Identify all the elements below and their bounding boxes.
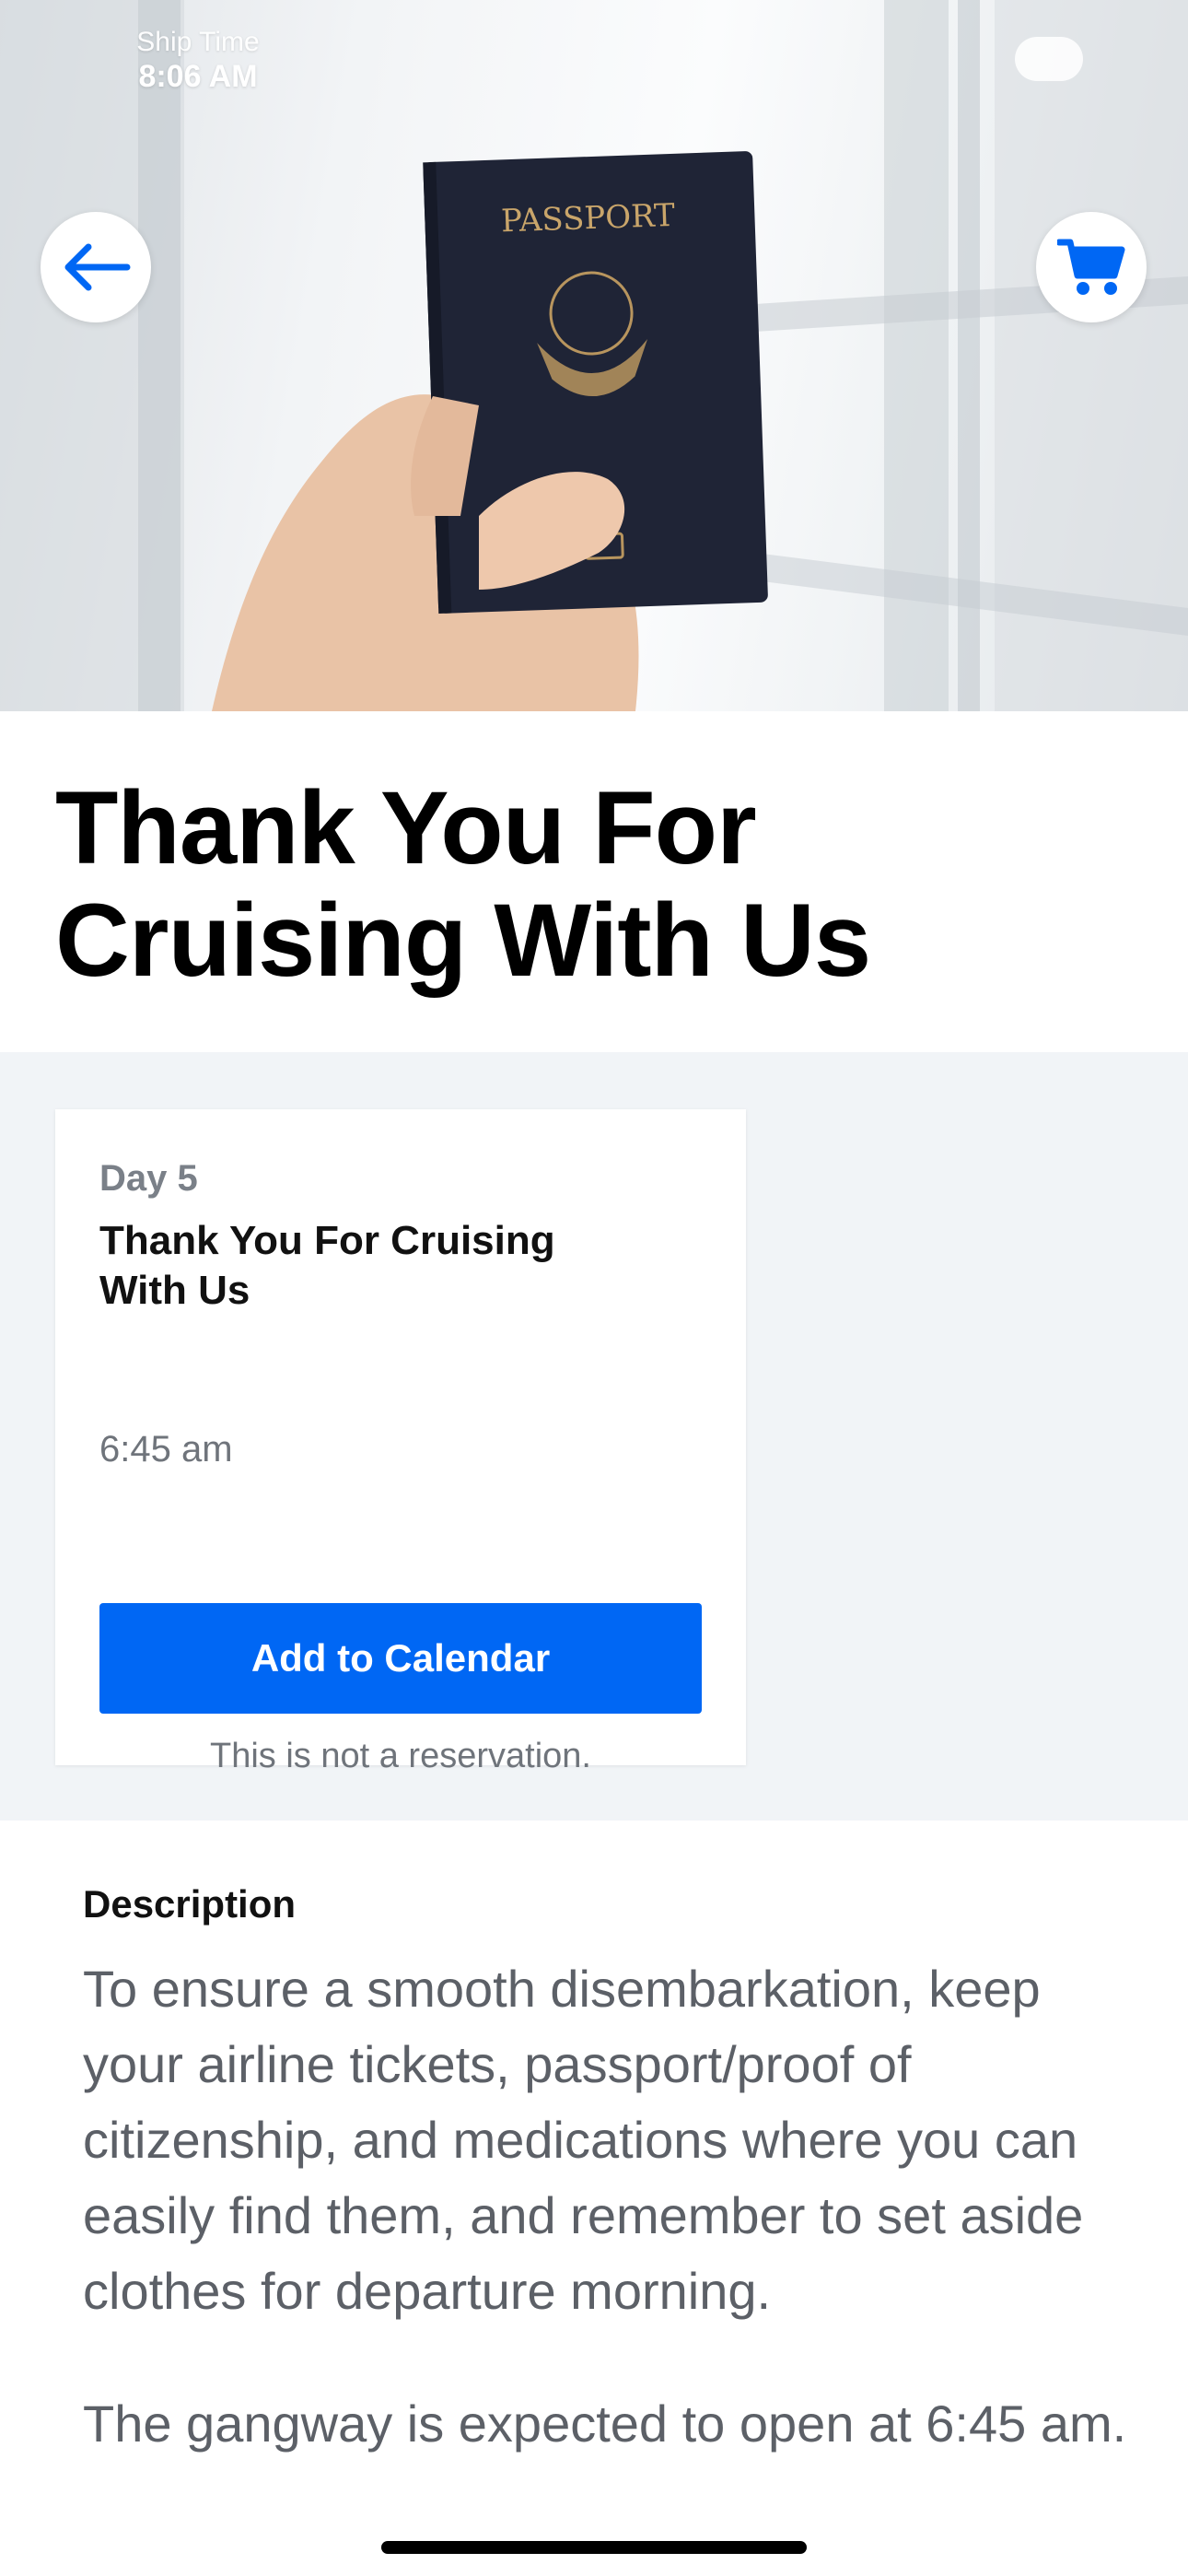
event-card-section: Day 5 Thank You For Cruising With Us 6:4… (0, 1052, 1188, 1821)
hero-image: PASSPORT Ship Time 8:06 AM (0, 0, 1188, 711)
home-indicator (381, 2541, 807, 2554)
ship-time-value: 8:06 AM (138, 59, 258, 94)
ship-time-label: Ship Time (136, 27, 260, 57)
event-title: Thank You For Cruising With Us (99, 1218, 555, 1313)
svg-text:PASSPORT: PASSPORT (500, 197, 675, 240)
event-time: 6:45 am (99, 1429, 233, 1469)
add-to-calendar-button[interactable]: Add to Calendar (99, 1603, 702, 1714)
description-heading: Description (83, 1882, 297, 1926)
event-day: Day 5 (99, 1158, 198, 1199)
description-paragraph: To ensure a smooth disembarkation, keep … (83, 1960, 1084, 2320)
back-button[interactable] (41, 212, 151, 322)
reservation-note: This is not a reservation. (210, 1737, 591, 1775)
chat-bubble-icon[interactable] (1015, 37, 1083, 81)
cart-button[interactable] (1036, 212, 1147, 322)
page-title: Thank You For Cruising With Us (55, 770, 871, 998)
passport-photo: PASSPORT (0, 0, 1188, 711)
title-area: Thank You For Cruising With Us (55, 772, 1142, 997)
event-card: Day 5 Thank You For Cruising With Us 6:4… (55, 1109, 746, 1775)
event-detail-screen: PASSPORT Ship Time 8:06 AM Thank You For… (0, 0, 1188, 2576)
ship-time: Ship Time 8:06 AM (124, 26, 272, 94)
shopping-cart-icon (1057, 239, 1125, 295)
description-paragraph-2: The gangway is expected to open at 6:45 … (83, 2395, 1127, 2453)
arrow-left-icon (64, 243, 131, 291)
